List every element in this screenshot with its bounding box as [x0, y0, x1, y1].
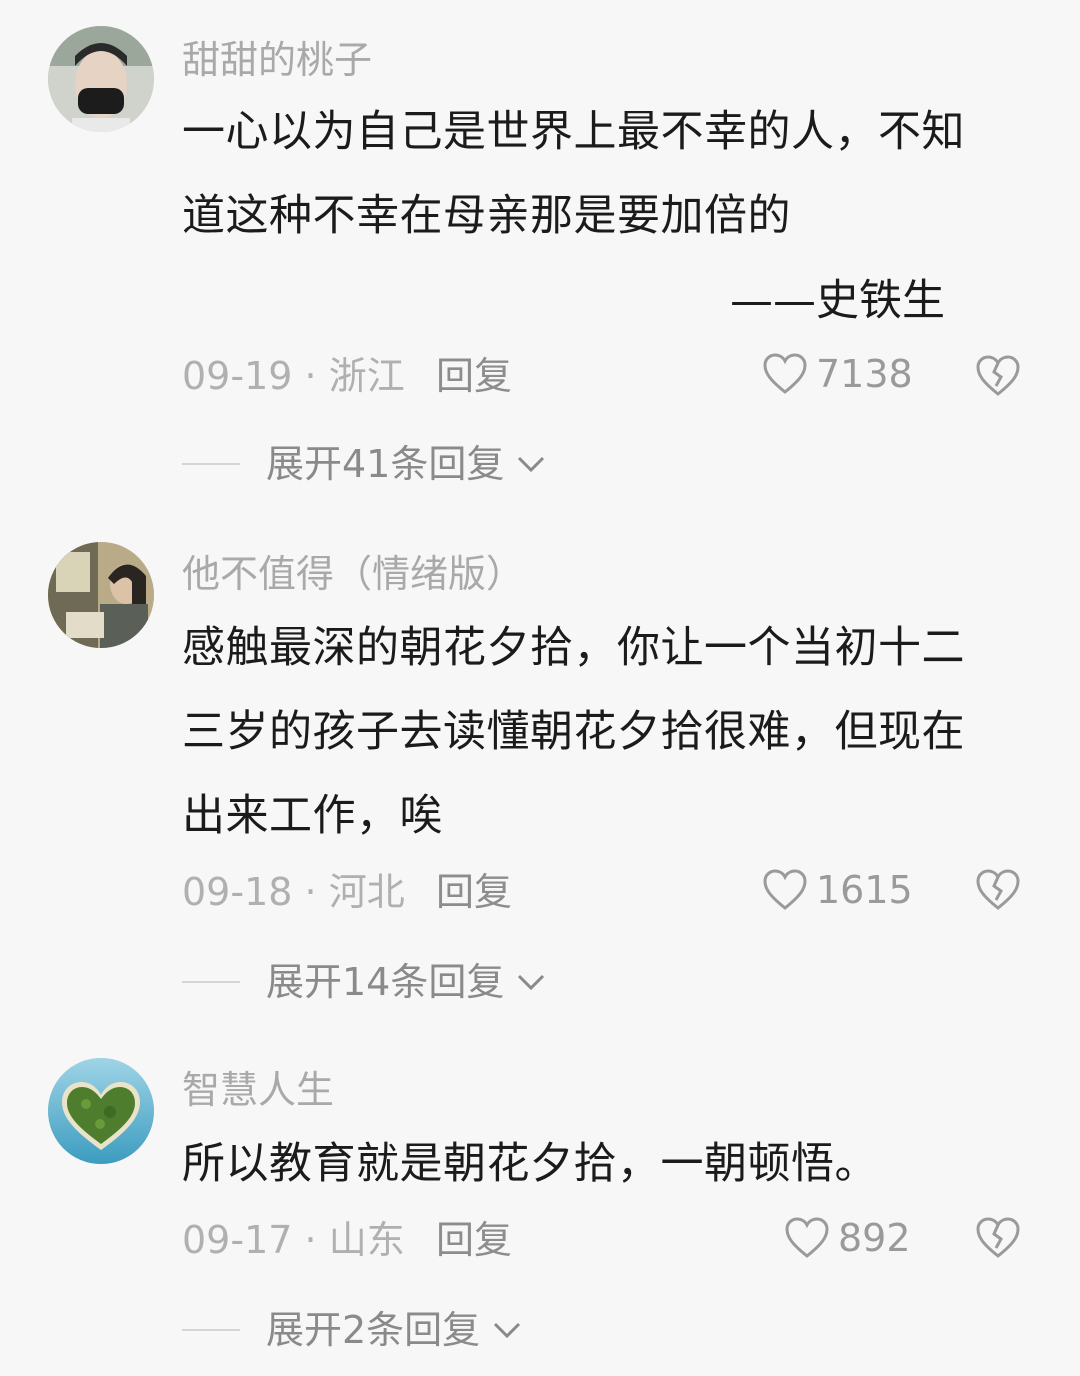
expand-replies-label: 展开14条回复 — [266, 960, 505, 1004]
like-button[interactable]: 7138 — [762, 352, 913, 396]
username[interactable]: 甜甜的桃子 — [182, 38, 372, 82]
like-count: 892 — [838, 1216, 911, 1260]
comment-text: 所以教育就是朝花夕拾，一朝顿悟。 — [182, 1139, 878, 1189]
avatar[interactable] — [48, 542, 154, 648]
divider-line — [182, 1329, 240, 1331]
comment-location: 浙江 — [328, 354, 405, 398]
comment-text: 感触最深的朝花夕拾，你让一个当初十二三岁的孩子去读懂朝花夕拾很难，但现在出来工作… — [182, 623, 965, 841]
chevron-down-icon — [518, 974, 545, 991]
expand-replies-label: 展开41条回复 — [266, 442, 505, 486]
comment-date: 09-17 — [182, 1218, 293, 1262]
like-button[interactable]: 892 — [784, 1216, 911, 1260]
username[interactable]: 智慧人生 — [182, 1068, 334, 1112]
expand-replies-button[interactable]: 展开2条回复 — [182, 1308, 524, 1352]
reply-button[interactable]: 回复 — [436, 354, 512, 398]
expand-replies-label: 展开2条回复 — [266, 1308, 481, 1352]
chevron-down-icon — [494, 1322, 521, 1339]
avatar-image — [48, 1058, 154, 1164]
expand-replies-button[interactable]: 展开41条回复 — [182, 442, 548, 486]
broken-heart-icon[interactable] — [974, 1214, 1022, 1260]
heart-outline-icon — [763, 353, 807, 394]
avatar-image — [48, 542, 154, 648]
like-count: 1615 — [816, 868, 913, 912]
comment-text: 一心以为自己是世界上最不幸的人，不知道这种不幸在母亲那是要加倍的 — [182, 107, 965, 241]
comment-meta: 09-17 · 山东 — [182, 1218, 405, 1262]
meta-separator: · — [304, 870, 329, 914]
comment-location: 河北 — [328, 870, 405, 914]
divider-line — [182, 463, 240, 465]
reply-button[interactable]: 回复 — [436, 1218, 512, 1262]
broken-heart-icon[interactable] — [974, 352, 1022, 398]
heart-outline-icon — [763, 869, 807, 910]
like-count: 7138 — [816, 352, 913, 396]
username[interactable]: 他不值得（情绪版） — [182, 552, 524, 596]
comment-signature: ——史铁生 — [730, 276, 945, 326]
meta-separator: · — [304, 354, 329, 398]
avatar[interactable] — [48, 1058, 154, 1164]
expand-replies-button[interactable]: 展开14条回复 — [182, 960, 548, 1004]
heart-outline-icon — [785, 1217, 829, 1258]
like-button[interactable]: 1615 — [762, 868, 913, 912]
comment-date: 09-19 — [182, 354, 293, 398]
broken-heart-icon[interactable] — [974, 866, 1022, 912]
comment-date: 09-18 — [182, 870, 293, 914]
comment-meta: 09-19 · 浙江 — [182, 354, 405, 398]
avatar-image — [48, 26, 154, 132]
divider-line — [182, 981, 240, 983]
reply-button[interactable]: 回复 — [436, 870, 512, 914]
comment-location: 山东 — [328, 1218, 405, 1262]
chevron-down-icon — [518, 456, 545, 473]
avatar[interactable] — [48, 26, 154, 132]
meta-separator: · — [304, 1218, 329, 1262]
comment-meta: 09-18 · 河北 — [182, 870, 405, 914]
